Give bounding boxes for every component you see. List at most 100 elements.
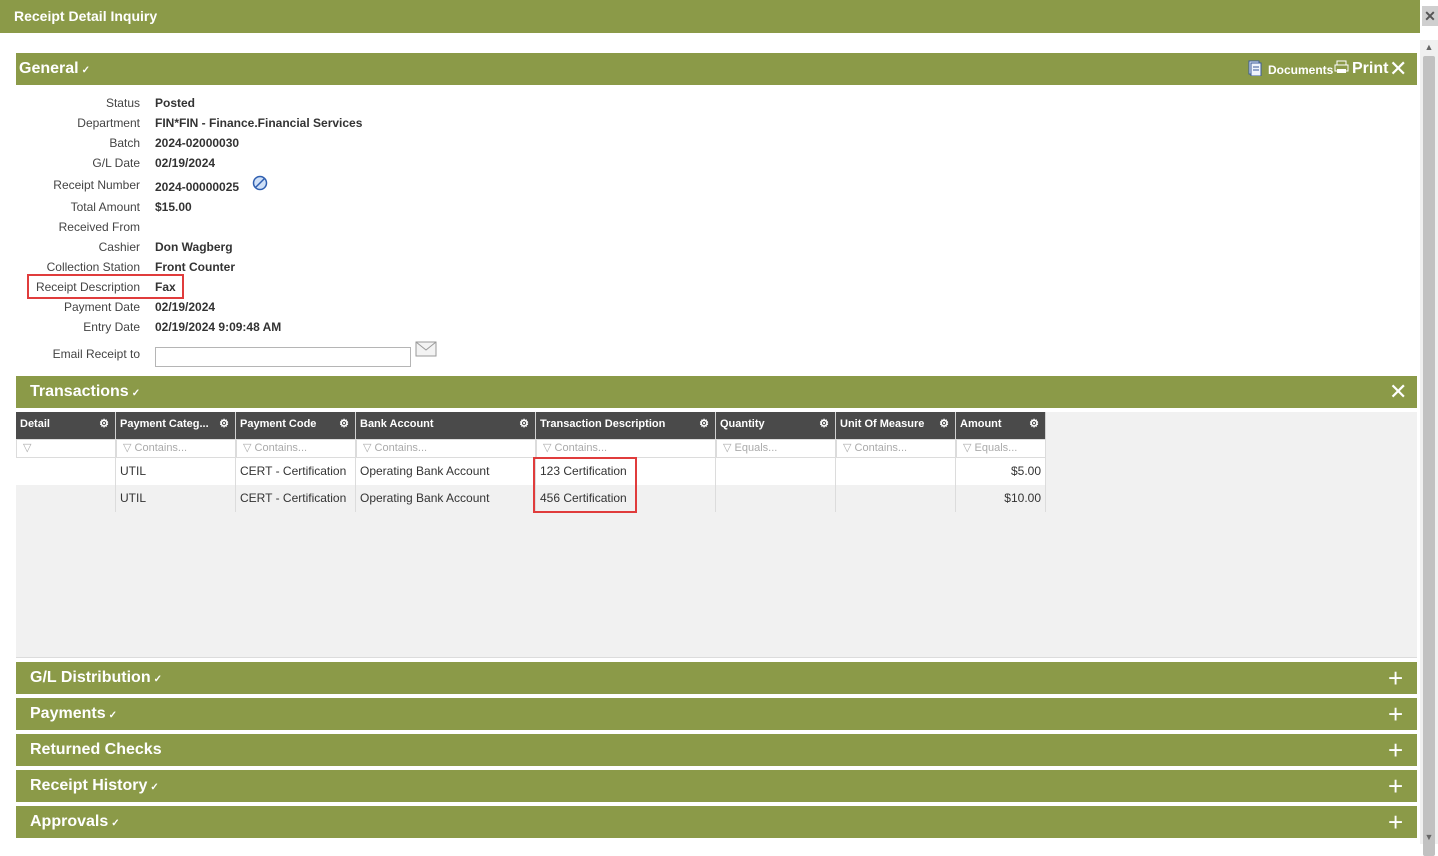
vertical-scrollbar[interactable]: ▲ ▼ [1420, 40, 1438, 856]
cell-detail [16, 485, 116, 512]
entry-date-row: Entry Date 02/19/2024 9:09:48 AM [16, 317, 616, 337]
documents-icon[interactable] [1248, 60, 1262, 76]
gear-icon[interactable]: ⚙ [219, 412, 229, 436]
cell-quantity [716, 485, 836, 512]
approvals-section-title[interactable]: Approvals ✓ [30, 806, 120, 840]
scroll-up-arrow-icon[interactable]: ▲ [1420, 40, 1438, 54]
column-header-bank-account[interactable]: Bank Account ⚙ [356, 412, 536, 439]
received-from-row: Received From [16, 217, 616, 237]
status-row: Status Posted [16, 93, 616, 113]
filter-transaction-description[interactable]: ▽ Contains... [536, 439, 716, 458]
receipt-description-highlight [27, 274, 184, 299]
gl-distribution-section-title[interactable]: G/L Distribution ✓ [30, 662, 162, 696]
column-header-payment-code[interactable]: Payment Code ⚙ [236, 412, 356, 439]
gear-icon[interactable]: ⚙ [339, 412, 349, 436]
expand-plus-icon[interactable]: + [1388, 773, 1403, 799]
gear-icon[interactable]: ⚙ [519, 412, 529, 436]
cashier-row: Cashier Don Wagberg [16, 237, 616, 257]
payment-date-row: Payment Date 02/19/2024 [16, 297, 616, 317]
gear-icon[interactable]: ⚙ [699, 412, 709, 436]
returned-checks-section-title[interactable]: Returned Checks [30, 734, 162, 766]
cell-bank-account: Operating Bank Account [356, 458, 536, 485]
window-title: Receipt Detail Inquiry [0, 0, 1420, 33]
filter-icon: ▽ [243, 442, 255, 454]
receipt-lookup-icon[interactable] [252, 175, 268, 191]
gear-icon[interactable]: ⚙ [939, 412, 949, 436]
column-header-transaction-description[interactable]: Transaction Description ⚙ [536, 412, 716, 439]
print-link[interactable]: Print [1352, 53, 1388, 85]
department-value: FIN*FIN - Finance.Financial Services [155, 116, 363, 130]
scroll-down-arrow-icon[interactable]: ▼ [1420, 830, 1438, 844]
email-receipt-label: Email Receipt to [52, 347, 140, 361]
printer-icon[interactable] [1334, 60, 1349, 74]
status-label: Status [105, 96, 140, 110]
gear-icon[interactable]: ⚙ [819, 412, 829, 436]
column-header-detail[interactable]: Detail ⚙ [16, 412, 116, 439]
table-row[interactable]: UTIL CERT - Certification Operating Bank… [16, 458, 1046, 485]
gl-distribution-section-header[interactable]: G/L Distribution ✓ + [16, 662, 1417, 694]
chevron-down-icon: ✓ [108, 710, 117, 721]
chevron-down-icon: ✓ [131, 388, 141, 399]
gl-date-value: 02/19/2024 [155, 156, 216, 170]
email-receipt-input[interactable] [155, 347, 411, 367]
payments-section-title[interactable]: Payments ✓ [30, 698, 117, 732]
status-value: Posted [155, 96, 196, 110]
filter-bank-account[interactable]: ▽ Contains... [356, 439, 536, 458]
column-header-payment-category[interactable]: Payment Categ... ⚙ [116, 412, 236, 439]
cell-payment-code: CERT - Certification [236, 458, 356, 485]
payment-date-value: 02/19/2024 [155, 300, 216, 314]
chevron-down-icon: ✓ [153, 674, 162, 685]
receipt-number-label: Receipt Number [53, 178, 140, 192]
filter-amount[interactable]: ▽ Equals... [956, 439, 1046, 458]
column-header-quantity[interactable]: Quantity ⚙ [716, 412, 836, 439]
gear-icon[interactable]: ⚙ [99, 412, 109, 436]
cell-detail [16, 458, 116, 485]
payment-date-label: Payment Date [63, 300, 140, 314]
expand-plus-icon[interactable]: + [1388, 665, 1403, 691]
payments-section-header[interactable]: Payments ✓ + [16, 698, 1417, 730]
filter-detail[interactable]: ▽ [16, 439, 116, 458]
entry-date-value: 02/19/2024 9:09:48 AM [155, 320, 282, 334]
general-section-title[interactable]: General ✓ [19, 53, 90, 87]
total-amount-label: Total Amount [70, 200, 140, 214]
cell-bank-account: Operating Bank Account [356, 485, 536, 512]
cell-amount: $5.00 [956, 458, 1046, 485]
filter-payment-category[interactable]: ▽ Contains... [116, 439, 236, 458]
expand-plus-icon[interactable]: + [1388, 701, 1403, 727]
transactions-section-title[interactable]: Transactions ✓ [30, 376, 140, 410]
batch-row: Batch 2024-02000030 [16, 133, 616, 153]
receipt-history-section-title[interactable]: Receipt History ✓ [30, 770, 159, 804]
filter-icon: ▽ [23, 442, 32, 454]
cell-payment-category: UTIL [116, 458, 236, 485]
chevron-down-icon: ✓ [81, 65, 90, 76]
general-section-header[interactable]: General ✓ Documents Print ✕ [16, 53, 1417, 85]
send-email-icon[interactable] [415, 341, 437, 357]
expand-plus-icon[interactable]: + [1388, 809, 1403, 835]
expand-plus-icon[interactable]: + [1388, 737, 1403, 763]
returned-checks-section-header[interactable]: Returned Checks + [16, 734, 1417, 766]
receipt-history-section-header[interactable]: Receipt History ✓ + [16, 770, 1417, 802]
filter-unit-of-measure[interactable]: ▽ Contains... [836, 439, 956, 458]
entry-date-label: Entry Date [83, 320, 140, 334]
gear-icon[interactable]: ⚙ [1029, 412, 1039, 436]
cell-unit-of-measure [836, 458, 956, 485]
total-amount-value: $15.00 [155, 200, 192, 214]
table-row[interactable]: UTIL CERT - Certification Operating Bank… [16, 485, 1046, 512]
chevron-down-icon: ✓ [150, 782, 159, 793]
receipt-number-value: 2024-00000025 [155, 180, 240, 194]
cell-payment-code: CERT - Certification [236, 485, 356, 512]
documents-link[interactable]: Documents [1268, 53, 1333, 87]
approvals-section-header[interactable]: Approvals ✓ + [16, 806, 1417, 838]
close-section-icon[interactable]: ✕ [1389, 56, 1407, 82]
filter-quantity[interactable]: ▽ Equals... [716, 439, 836, 458]
column-header-amount[interactable]: Amount ⚙ [956, 412, 1046, 439]
cell-amount: $10.00 [956, 485, 1046, 512]
filter-payment-code[interactable]: ▽ Contains... [236, 439, 356, 458]
window-close-button[interactable]: ✕ [1422, 6, 1438, 26]
cashier-label: Cashier [98, 240, 140, 254]
close-section-icon[interactable]: ✕ [1389, 379, 1407, 405]
gl-date-label: G/L Date [92, 156, 140, 170]
scroll-thumb[interactable] [1423, 56, 1435, 856]
column-header-unit-of-measure[interactable]: Unit Of Measure ⚙ [836, 412, 956, 439]
transactions-section-header[interactable]: Transactions ✓ ✕ [16, 376, 1417, 408]
